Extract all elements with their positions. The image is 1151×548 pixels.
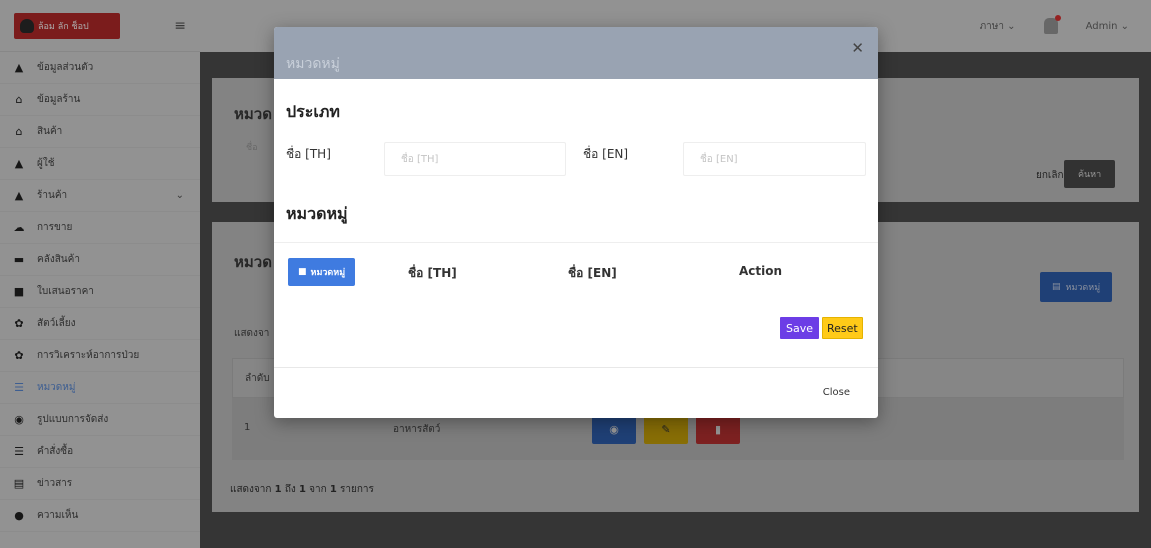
name-en-label: ชื่อ [EN]: [583, 147, 629, 161]
category-modal: หมวดหมู่ ✕ ประเภท ชื่อ [TH] ชื่อ [EN] หม…: [274, 27, 878, 418]
name-th-label: ชื่อ [TH]: [286, 147, 331, 161]
category-table-header: ■ หมวดหมู่ ชื่อ [TH] ชื่อ [EN] Action: [274, 242, 878, 302]
col-name-th: ชื่อ [TH]: [408, 266, 457, 280]
modal-footer: Close: [274, 367, 878, 418]
modal-title: หมวดหมู่: [286, 56, 340, 72]
name-en-input[interactable]: [683, 142, 866, 176]
col-action: Action: [739, 264, 783, 278]
section-category-title: หมวดหมู่: [286, 204, 348, 223]
reset-button[interactable]: Reset: [822, 317, 863, 339]
database-icon: ■: [298, 267, 307, 277]
section-type-title: ประเภท: [286, 102, 340, 121]
add-subcategory-label: หมวดหมู่: [310, 268, 346, 278]
save-button[interactable]: Save: [780, 317, 820, 339]
add-subcategory-button[interactable]: ■ หมวดหมู่: [288, 258, 356, 286]
close-button[interactable]: Close: [823, 387, 850, 398]
name-th-input[interactable]: [384, 142, 566, 176]
col-name-en: ชื่อ [EN]: [568, 266, 617, 280]
close-icon[interactable]: ✕: [851, 39, 864, 57]
modal-header: หมวดหมู่ ✕: [274, 27, 878, 79]
